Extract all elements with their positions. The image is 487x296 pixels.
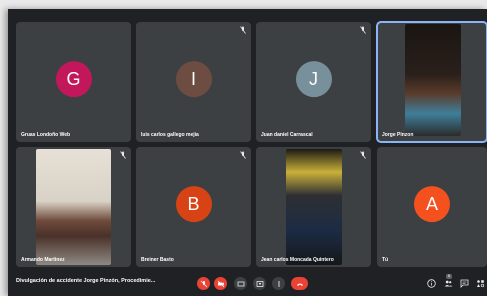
info-icon bbox=[427, 279, 436, 288]
camera-off-icon bbox=[217, 280, 224, 287]
mic-off-icon bbox=[120, 151, 126, 159]
more-icon bbox=[277, 280, 280, 287]
present-icon bbox=[256, 280, 263, 287]
captions-button[interactable] bbox=[234, 277, 247, 290]
mic-off-icon bbox=[360, 151, 366, 159]
participant-video bbox=[286, 149, 342, 265]
activities-icon bbox=[477, 280, 485, 288]
participant-tile-self[interactable]: A Tú bbox=[377, 147, 487, 267]
avatar: I bbox=[175, 61, 212, 98]
meeting-details-button[interactable] bbox=[427, 279, 436, 288]
participant-name: Juan daniel Carrascal bbox=[261, 132, 313, 138]
avatar: G bbox=[55, 61, 92, 98]
more-options-button[interactable] bbox=[272, 277, 285, 290]
participant-name: Jorge Pinzon bbox=[382, 132, 414, 138]
participant-name: Jean carlos Moncada Quintero bbox=[261, 257, 334, 263]
avatar: B bbox=[175, 186, 212, 223]
leave-call-button[interactable] bbox=[291, 277, 308, 290]
avatar: A bbox=[414, 186, 450, 223]
people-button[interactable]: 8 bbox=[444, 274, 453, 288]
captions-icon bbox=[237, 281, 244, 286]
camera-toggle-button[interactable] bbox=[214, 277, 227, 290]
people-icon bbox=[444, 280, 453, 287]
avatar: J bbox=[295, 61, 332, 98]
chat-button[interactable] bbox=[460, 279, 469, 288]
meeting-title: Divulgación de accidente Jorge Pinzón, P… bbox=[16, 278, 156, 284]
participant-tile-gruas[interactable]: G Gruas Londoño Web bbox=[16, 22, 131, 142]
participant-video bbox=[36, 149, 111, 265]
people-count-badge: 8 bbox=[446, 274, 452, 279]
mic-off-icon bbox=[360, 26, 366, 34]
participant-name: Armando Martinez bbox=[21, 257, 65, 263]
mic-off-icon bbox=[240, 151, 246, 159]
participant-video bbox=[405, 24, 461, 136]
mic-toggle-button[interactable] bbox=[197, 277, 210, 290]
bottom-bar: Divulgación de accidente Jorge Pinzón, P… bbox=[8, 272, 487, 296]
participant-name: Tú bbox=[382, 257, 389, 263]
meet-window: G Gruas Londoño Web I luis carlos galleg… bbox=[8, 9, 487, 296]
mic-off-icon bbox=[240, 26, 246, 34]
present-button[interactable] bbox=[253, 277, 266, 290]
participant-name: Breiner Basto bbox=[141, 257, 174, 263]
chat-icon bbox=[460, 279, 469, 288]
participant-tile-jorge[interactable]: Jorge Pinzon bbox=[376, 21, 487, 143]
participant-tile-juan[interactable]: J Juan daniel Carrascal bbox=[256, 22, 371, 142]
activities-button[interactable] bbox=[476, 279, 485, 288]
mic-off-icon bbox=[200, 280, 207, 287]
participant-tile-breiner[interactable]: B Breiner Basto bbox=[136, 147, 251, 267]
hangup-icon bbox=[296, 283, 303, 286]
participant-tile-jean[interactable]: Jean carlos Moncada Quintero bbox=[256, 147, 371, 267]
participant-tile-armando[interactable]: Armando Martinez bbox=[16, 147, 131, 267]
participant-tile-luis[interactable]: I luis carlos gallego mejia bbox=[136, 22, 251, 142]
participant-name: luis carlos gallego mejia bbox=[141, 132, 199, 138]
participant-name: Gruas Londoño Web bbox=[21, 132, 71, 138]
